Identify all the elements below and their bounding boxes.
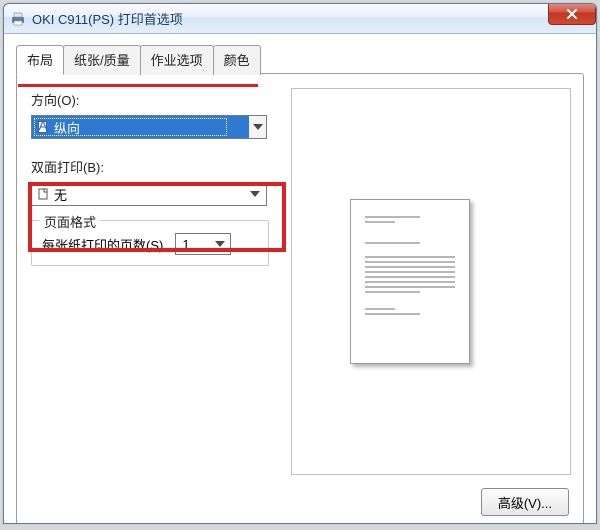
- orientation-value: 纵向: [54, 118, 247, 137]
- tab-strip: 布局 纸张/质量 作业选项 颜色: [16, 44, 584, 74]
- advanced-button[interactable]: 高级(V)...: [481, 488, 569, 516]
- preview-panel: [291, 88, 571, 475]
- left-column: 方向(O): A 纵向 双: [31, 90, 286, 266]
- pages-per-sheet-value: 1: [182, 237, 212, 252]
- tab-panel-layout: 方向(O): A 纵向 双: [16, 73, 584, 524]
- orientation-dropdown-arrow[interactable]: [249, 115, 267, 139]
- tab-paper-quality[interactable]: 纸张/质量: [63, 45, 141, 75]
- chevron-down-icon: [253, 124, 263, 130]
- client-area: 布局 纸张/质量 作业选项 颜色 方向(O): A 纵向: [4, 34, 596, 523]
- duplex-value: 无: [54, 185, 246, 204]
- duplex-dropdown-arrow[interactable]: [246, 184, 264, 204]
- duplex-field: 双面打印(B): 无: [31, 157, 286, 206]
- pages-per-sheet-combo[interactable]: 1: [175, 233, 231, 255]
- tab-color[interactable]: 颜色: [213, 45, 261, 75]
- tab-layout[interactable]: 布局: [16, 45, 64, 75]
- chevron-down-icon: [250, 191, 260, 197]
- close-icon: [566, 8, 578, 20]
- orientation-field: 方向(O): A 纵向: [31, 90, 286, 139]
- orientation-combo[interactable]: A 纵向: [31, 115, 249, 139]
- duplex-label: 双面打印(B):: [31, 157, 286, 176]
- annotation-red-underline: [18, 84, 258, 87]
- preview-page: [350, 199, 470, 364]
- doc-icon: [36, 187, 50, 201]
- page-format-group: 页面格式 每张纸打印的页数(S) 1: [31, 220, 269, 266]
- page-format-legend: 页面格式: [40, 212, 100, 231]
- titlebar[interactable]: OKI C911(PS) 打印首选项: [4, 4, 596, 34]
- pages-per-sheet-label: 每张纸打印的页数(S): [42, 235, 163, 254]
- close-button[interactable]: [548, 3, 596, 25]
- window-title: OKI C911(PS) 打印首选项: [32, 9, 590, 28]
- portrait-doc-icon: A: [36, 120, 50, 134]
- orientation-label: 方向(O):: [31, 90, 286, 109]
- printer-icon: [10, 11, 26, 27]
- duplex-combo[interactable]: 无: [31, 182, 267, 206]
- chevron-down-icon: [215, 241, 225, 247]
- tab-job-options[interactable]: 作业选项: [140, 45, 214, 75]
- pages-per-sheet-arrow[interactable]: [212, 241, 228, 247]
- window-frame: OKI C911(PS) 打印首选项 布局 纸张/质量 作业选项 颜色 方向(O…: [3, 3, 597, 524]
- svg-text:A: A: [39, 120, 48, 133]
